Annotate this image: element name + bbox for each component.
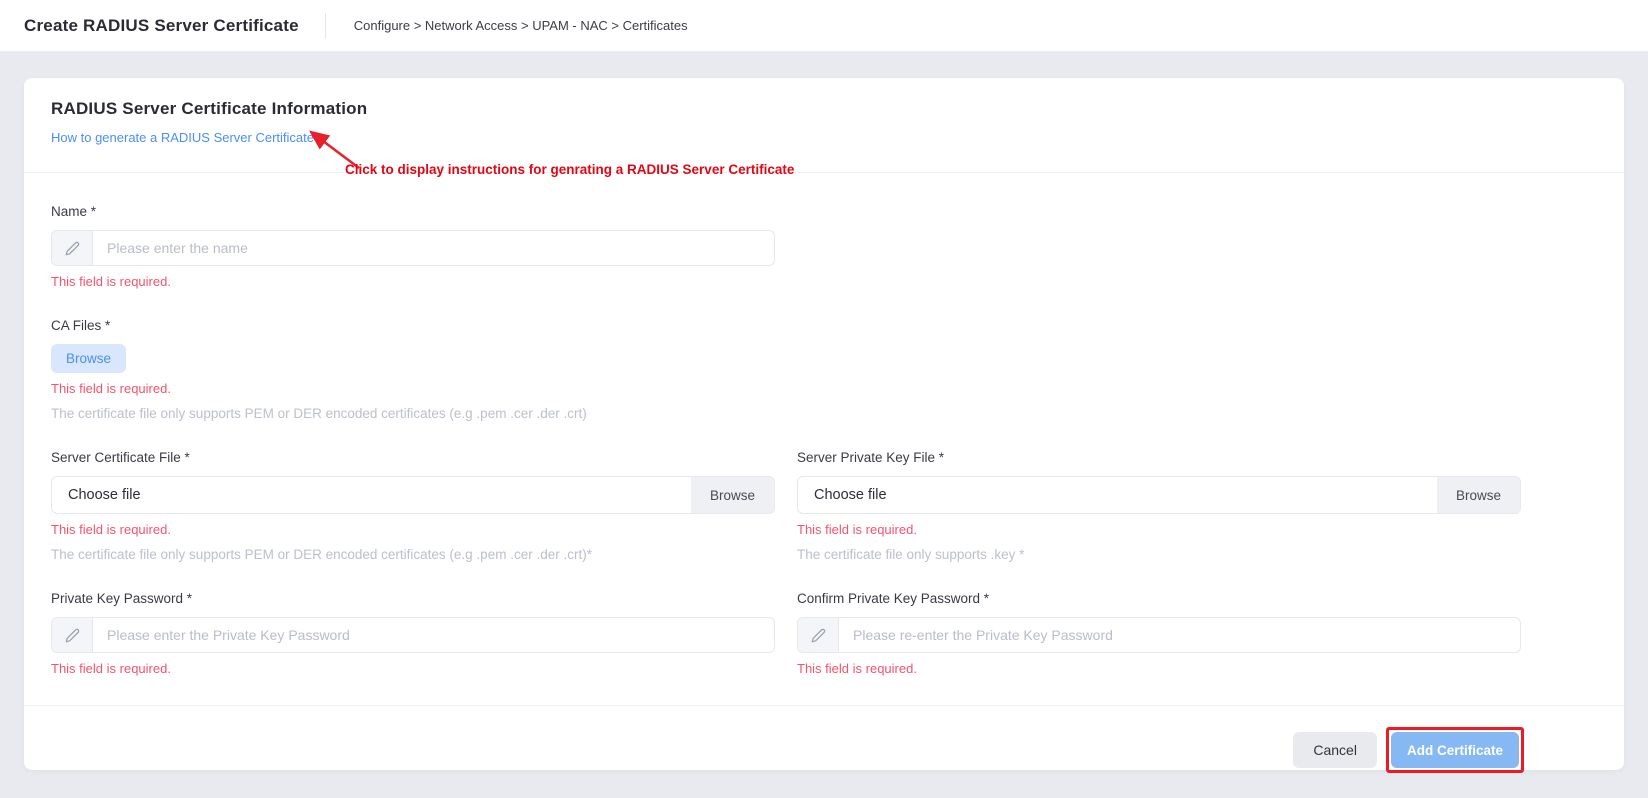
confirm-private-key-password-input[interactable] — [839, 618, 1520, 652]
private-key-password-input-group — [51, 617, 775, 653]
cancel-button[interactable]: Cancel — [1293, 732, 1377, 768]
server-private-key-file-group: Server Private Key File * Choose file Br… — [797, 450, 1521, 562]
pencil-icon — [798, 618, 839, 652]
server-private-key-file-value: Choose file — [798, 477, 1437, 513]
private-key-password-error: This field is required. — [51, 661, 775, 676]
name-input[interactable] — [93, 231, 774, 265]
server-private-key-file-hint: The certificate file only supports .key … — [797, 547, 1521, 562]
title-breadcrumb-divider — [325, 13, 326, 39]
server-private-key-browse-button[interactable]: Browse — [1437, 477, 1520, 513]
card-footer: Cancel Add Certificate — [24, 705, 1624, 798]
server-certificate-browse-button[interactable]: Browse — [691, 477, 774, 513]
name-error: This field is required. — [51, 274, 1597, 289]
certificate-form-card: Click to display instructions for genrat… — [24, 78, 1624, 770]
ca-files-label: CA Files * — [51, 318, 1597, 333]
confirm-private-key-password-group: Confirm Private Key Password * This fiel… — [797, 591, 1521, 676]
page-title: Create RADIUS Server Certificate — [24, 16, 299, 36]
certificate-form: Name * This field is required. CA Files … — [51, 204, 1597, 705]
confirm-private-key-password-label: Confirm Private Key Password * — [797, 591, 1521, 606]
ca-files-error: This field is required. — [51, 381, 1597, 396]
server-certificate-file-label: Server Certificate File * — [51, 450, 775, 465]
add-certificate-button[interactable]: Add Certificate — [1391, 732, 1519, 768]
private-key-password-group: Private Key Password * This field is req… — [51, 591, 775, 676]
section-divider — [24, 172, 1624, 173]
server-certificate-file-hint: The certificate file only supports PEM o… — [51, 547, 775, 562]
ca-files-browse-button[interactable]: Browse — [51, 344, 126, 373]
private-key-password-label: Private Key Password * — [51, 591, 775, 606]
server-private-key-file-error: This field is required. — [797, 522, 1521, 537]
server-private-key-file-label: Server Private Key File * — [797, 450, 1521, 465]
breadcrumb[interactable]: Configure > Network Access > UPAM - NAC … — [354, 18, 688, 33]
private-key-password-input[interactable] — [93, 618, 774, 652]
top-bar: Create RADIUS Server Certificate Configu… — [0, 0, 1648, 52]
password-fields-row: Private Key Password * This field is req… — [51, 591, 1597, 705]
how-to-generate-link[interactable]: How to generate a RADIUS Server Certific… — [51, 130, 314, 145]
name-label: Name * — [51, 204, 1597, 219]
confirm-private-key-password-input-group — [797, 617, 1521, 653]
name-input-group — [51, 230, 775, 266]
pencil-icon — [52, 231, 93, 265]
pencil-icon — [52, 618, 93, 652]
server-certificate-file-error: This field is required. — [51, 522, 775, 537]
page-body: Click to display instructions for genrat… — [0, 52, 1648, 795]
name-field-group: Name * This field is required. — [51, 204, 1597, 289]
file-fields-row: Server Certificate File * Choose file Br… — [51, 450, 1597, 591]
server-private-key-file-input[interactable]: Choose file Browse — [797, 476, 1521, 514]
server-certificate-file-value: Choose file — [52, 477, 691, 513]
ca-files-hint: The certificate file only supports PEM o… — [51, 406, 1597, 421]
card-heading: RADIUS Server Certificate Information — [51, 99, 1597, 119]
confirm-private-key-password-error: This field is required. — [797, 661, 1521, 676]
card-content: RADIUS Server Certificate Information Ho… — [24, 78, 1624, 705]
add-certificate-annotation-box: Add Certificate — [1386, 727, 1524, 773]
annotation-text: Click to display instructions for genrat… — [345, 162, 794, 177]
ca-files-field-group: CA Files * Browse This field is required… — [51, 318, 1597, 421]
server-certificate-file-input[interactable]: Choose file Browse — [51, 476, 775, 514]
server-certificate-file-group: Server Certificate File * Choose file Br… — [51, 450, 775, 562]
